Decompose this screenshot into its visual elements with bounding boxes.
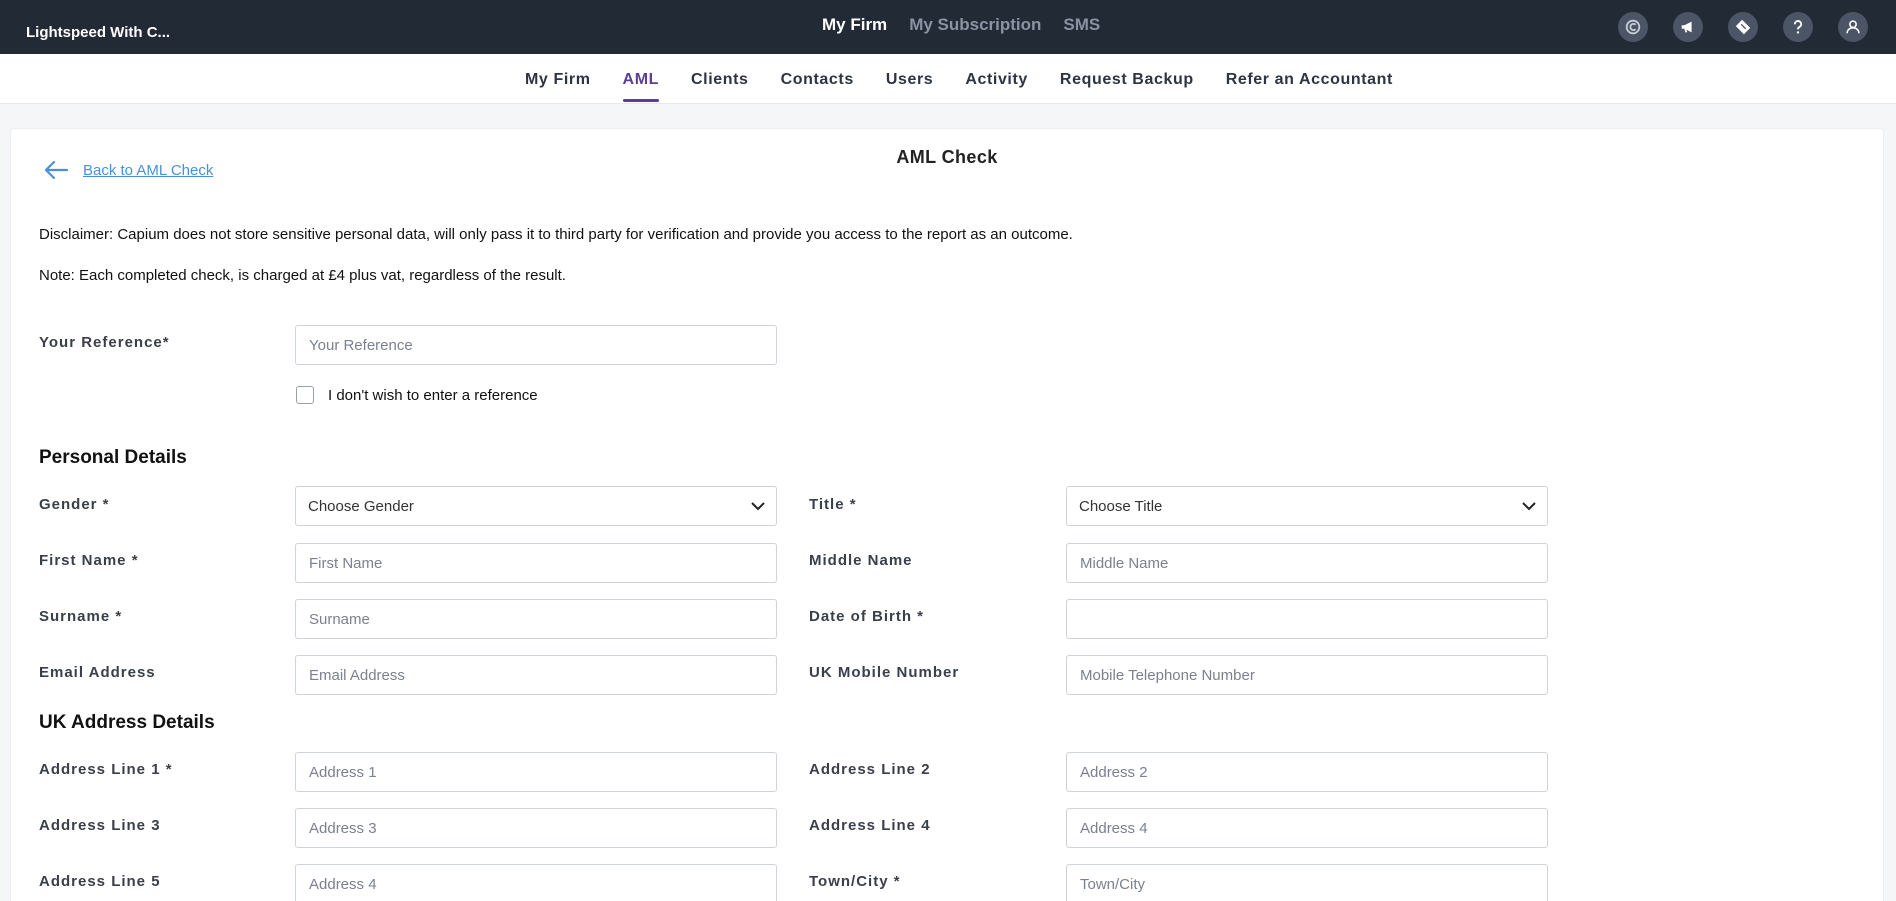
tab-users[interactable]: Users	[886, 54, 933, 104]
middle-name-label: Middle Name	[809, 552, 913, 569]
no-reference-label: I don't wish to enter a reference	[328, 386, 538, 404]
address-line-3-input[interactable]	[295, 808, 777, 848]
gender-label: Gender *	[39, 496, 110, 513]
no-reference-checkbox[interactable]	[296, 386, 314, 404]
no-reference-option[interactable]: I don't wish to enter a reference	[296, 386, 538, 404]
title-label: Title *	[809, 496, 857, 513]
topnav-sms[interactable]: SMS	[1063, 15, 1100, 35]
page-title: AML Check	[896, 147, 998, 167]
address-line-2-label: Address Line 2	[809, 761, 931, 778]
address-line-3-label: Address Line 3	[39, 817, 161, 834]
date-of-birth-label: Date of Birth *	[809, 608, 925, 625]
note-text: Note: Each completed check, is charged a…	[39, 267, 566, 284]
tab-request-backup[interactable]: Request Backup	[1060, 54, 1194, 104]
disclaimer-text: Disclaimer: Capium does not store sensit…	[39, 226, 1073, 243]
email-address-label: Email Address	[39, 664, 156, 681]
first-name-input[interactable]	[295, 543, 777, 583]
ticket-icon[interactable]	[1728, 12, 1758, 42]
top-icons	[1618, 12, 1868, 42]
address-line-1-label: Address Line 1 *	[39, 761, 173, 778]
first-name-label: First Name *	[39, 552, 139, 569]
address-line-5-input[interactable]	[295, 864, 777, 901]
chevron-down-icon	[1522, 502, 1536, 511]
tab-my-firm[interactable]: My Firm	[525, 54, 591, 104]
top-bar: Lightspeed With C... My Firm My Subscrip…	[0, 0, 1896, 54]
aml-check-form-card: Back to AML Check AML Check Disclaimer: …	[10, 128, 1884, 901]
town-city-label: Town/City *	[809, 873, 901, 890]
tab-contacts[interactable]: Contacts	[781, 54, 854, 104]
help-icon[interactable]	[1783, 12, 1813, 42]
address-line-2-input[interactable]	[1066, 752, 1548, 792]
tab-refer-an-accountant[interactable]: Refer an Accountant	[1226, 54, 1393, 104]
capium-logo-icon[interactable]	[1618, 12, 1648, 42]
title-select[interactable]: Choose Title	[1066, 486, 1548, 526]
address-line-1-input[interactable]	[295, 752, 777, 792]
your-reference-label: Your Reference*	[39, 334, 170, 351]
personal-details-heading: Personal Details	[39, 447, 187, 468]
tab-clients[interactable]: Clients	[691, 54, 749, 104]
address-line-4-label: Address Line 4	[809, 817, 931, 834]
title-value: Choose Title	[1079, 498, 1163, 515]
uk-mobile-number-label: UK Mobile Number	[809, 664, 960, 681]
section-nav: My Firm AML Clients Contacts Users Activ…	[0, 54, 1896, 104]
uk-address-details-heading: UK Address Details	[39, 712, 215, 733]
surname-input[interactable]	[295, 599, 777, 639]
middle-name-input[interactable]	[1066, 543, 1548, 583]
town-city-input[interactable]	[1066, 864, 1548, 901]
gender-select[interactable]: Choose Gender	[295, 486, 777, 526]
address-line-5-label: Address Line 5	[39, 873, 161, 890]
uk-mobile-number-input[interactable]	[1066, 655, 1548, 695]
megaphone-icon[interactable]	[1673, 12, 1703, 42]
topnav-my-subscription[interactable]: My Subscription	[909, 15, 1041, 35]
address-line-4-input[interactable]	[1066, 808, 1548, 848]
gender-value: Choose Gender	[308, 498, 414, 515]
email-address-input[interactable]	[295, 655, 777, 695]
topnav-my-firm[interactable]: My Firm	[822, 15, 887, 35]
surname-label: Surname *	[39, 608, 123, 625]
user-icon[interactable]	[1838, 12, 1868, 42]
your-reference-input[interactable]	[295, 325, 777, 365]
top-nav: My Firm My Subscription SMS	[822, 15, 1100, 35]
firm-name[interactable]: Lightspeed With C...	[26, 24, 170, 41]
tab-activity[interactable]: Activity	[965, 54, 1028, 104]
chevron-down-icon	[751, 502, 765, 511]
date-of-birth-input[interactable]	[1066, 599, 1548, 639]
tab-aml[interactable]: AML	[622, 54, 660, 104]
